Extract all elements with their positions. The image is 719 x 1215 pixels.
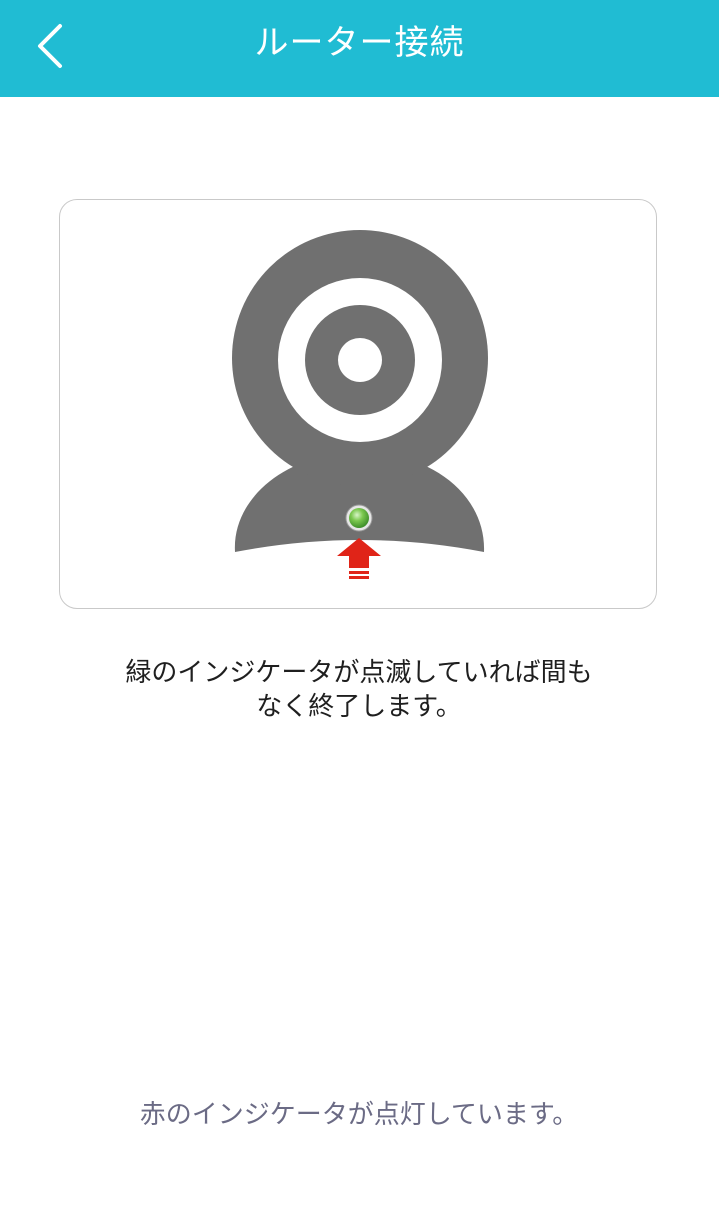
red-up-arrow-icon bbox=[337, 538, 381, 579]
device-illustration bbox=[232, 230, 488, 579]
instruction-text: 緑のインジケータが点滅していれば間も なく終了します。 bbox=[60, 656, 658, 724]
chevron-left-icon bbox=[38, 24, 62, 68]
page-title: ルーター接続 bbox=[254, 23, 465, 63]
red-indicator-link[interactable]: 赤のインジケータが点灯しています。 bbox=[60, 1095, 658, 1135]
back-button[interactable] bbox=[22, 12, 82, 80]
camera-icon bbox=[232, 230, 488, 552]
green-led-icon bbox=[345, 504, 373, 532]
instruction-line-1: 緑のインジケータが点滅していれば間も bbox=[125, 658, 593, 688]
instruction-line-2: なく終了します。 bbox=[256, 692, 462, 722]
navigation-bar: ルーター接続 bbox=[0, 0, 719, 97]
device-illustration-card bbox=[59, 199, 657, 609]
